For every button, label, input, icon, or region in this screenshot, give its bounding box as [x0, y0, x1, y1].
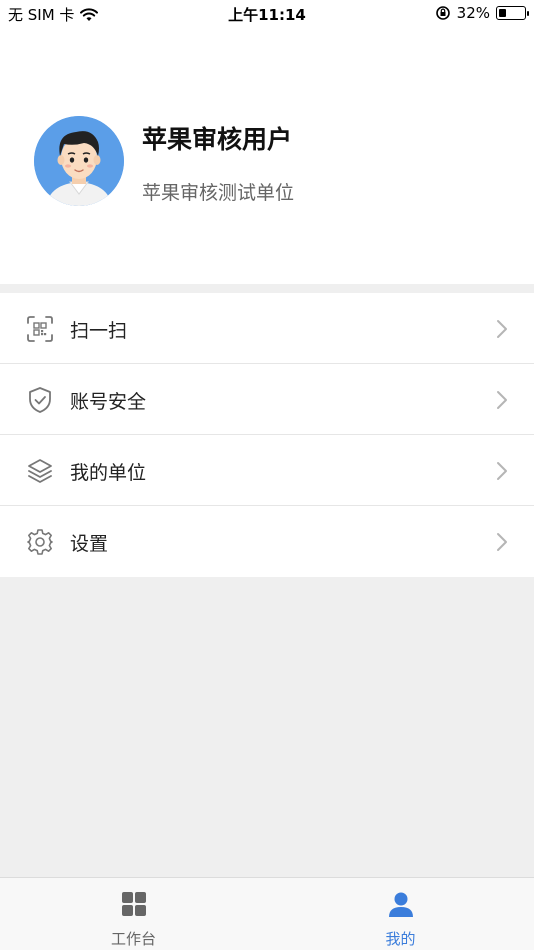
menu-list: 扫一扫 账号安全 我的单位 设置: [0, 293, 534, 577]
gear-icon: [27, 529, 53, 555]
shield-icon: [29, 387, 51, 413]
menu-item-my-unit[interactable]: 我的单位: [0, 435, 534, 506]
status-right: 32%: [435, 4, 529, 22]
orientation-lock-icon: [435, 6, 450, 20]
tab-bar: 工作台 我的: [0, 877, 534, 950]
user-name: 苹果审核用户: [142, 125, 293, 154]
chevron-right-icon: [497, 391, 507, 409]
user-icon: [388, 892, 413, 917]
tab-workbench[interactable]: 工作台: [0, 878, 267, 950]
menu-item-label: 账号安全: [70, 391, 147, 413]
menu-item-account-security[interactable]: 账号安全: [0, 364, 534, 435]
status-bar: 无 SIM 卡 上午11:14 32%: [0, 0, 534, 28]
tab-label: 我的: [385, 930, 416, 948]
tab-mine[interactable]: 我的: [267, 878, 534, 950]
menu-item-settings[interactable]: 设置: [0, 506, 534, 577]
battery-icon: [496, 6, 529, 20]
tab-label: 工作台: [110, 930, 156, 948]
screen: 无 SIM 卡 上午11:14 32% 苹果审核用户 苹果审核测试单位 扫一扫 …: [0, 0, 534, 950]
scan-icon: [27, 316, 53, 342]
profile-header[interactable]: 苹果审核用户 苹果审核测试单位: [0, 28, 534, 284]
battery-fill: [498, 8, 507, 17]
avatar-illustration-icon: [34, 116, 124, 206]
layers-icon: [28, 459, 52, 483]
menu-item-label: 设置: [70, 533, 109, 555]
chevron-right-icon: [497, 462, 507, 480]
chevron-right-icon: [497, 320, 507, 338]
grid-icon: [121, 892, 146, 916]
user-organization: 苹果审核测试单位: [142, 182, 295, 204]
chevron-right-icon: [497, 533, 507, 551]
menu-item-scan[interactable]: 扫一扫: [0, 293, 534, 364]
battery-percent: 32%: [456, 4, 490, 22]
avatar[interactable]: [34, 116, 124, 206]
menu-item-label: 我的单位: [70, 462, 147, 484]
menu-item-label: 扫一扫: [70, 320, 128, 342]
